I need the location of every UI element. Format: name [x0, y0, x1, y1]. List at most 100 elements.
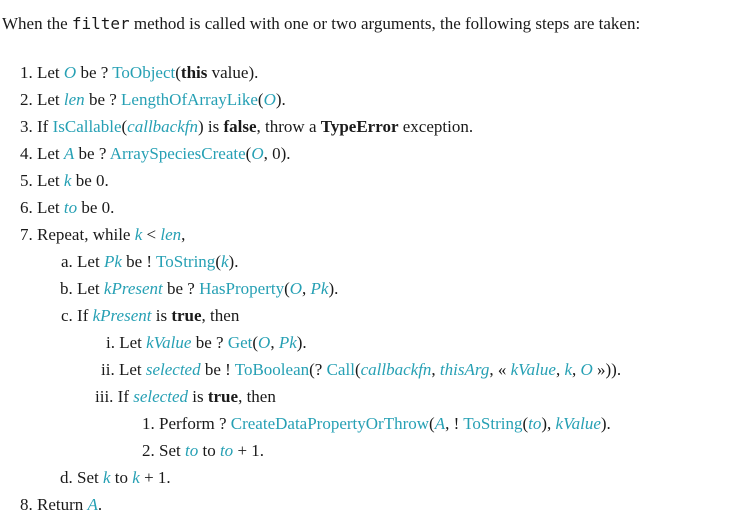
step-text: If — [117, 387, 134, 406]
op-link-hasproperty[interactable]: HasProperty — [199, 279, 284, 298]
step-text: ) is — [197, 117, 224, 136]
step-text: Let — [37, 63, 64, 82]
intro-text: When the — [2, 14, 72, 33]
var-to[interactable]: to — [220, 441, 233, 460]
step-number: 6. — [20, 198, 33, 217]
step-7a: a. Let Pk be ! ToString(k). — [61, 252, 238, 272]
step-text: If — [37, 117, 53, 136]
var-Pk[interactable]: Pk — [279, 333, 297, 352]
step-number: a. — [61, 252, 73, 271]
spec-algorithm: When the filter method is called with on… — [0, 0, 750, 530]
op-link-tostring[interactable]: ToString — [463, 414, 522, 433]
step-text: , then — [238, 387, 276, 406]
step-text: ). — [600, 414, 611, 433]
step-text: value). — [207, 63, 259, 82]
step-7b: b. Let kPresent be ? HasProperty(O, Pk). — [60, 279, 338, 299]
step-text: Repeat, while — [37, 225, 135, 244]
op-link-call[interactable]: Call — [327, 360, 355, 379]
step-number: 5. — [20, 171, 33, 190]
step-text: , — [181, 225, 186, 244]
step-text: Set — [159, 441, 185, 460]
keyword-true: true — [207, 387, 239, 406]
op-link-tostring[interactable]: ToString — [156, 252, 215, 271]
var-len[interactable]: len — [160, 225, 181, 244]
var-kPresent[interactable]: kPresent — [104, 279, 163, 298]
step-text: be ? — [76, 63, 113, 82]
op-link-arrayspeciescreate[interactable]: ArraySpeciesCreate — [110, 144, 246, 163]
step-text: ). — [328, 279, 339, 298]
step-text: Let — [37, 144, 64, 163]
step-7c-iii: iii. If selected is true, then — [95, 387, 276, 407]
step-number: 1. — [142, 414, 155, 433]
step-7c-iii-1: 1. Perform ? CreateDataPropertyOrThrow(A… — [142, 414, 611, 434]
step-6: 6. Let to be 0. — [20, 198, 114, 218]
step-text: + 1. — [233, 441, 265, 460]
step-8: 8. Return A. — [20, 495, 102, 515]
step-text: Let — [37, 171, 64, 190]
var-kPresent[interactable]: kPresent — [93, 306, 152, 325]
step-number: i. — [106, 333, 115, 352]
var-k[interactable]: k — [132, 468, 140, 487]
var-Pk[interactable]: Pk — [104, 252, 122, 271]
step-text: . — [97, 495, 103, 514]
op-link-get[interactable]: Get — [228, 333, 253, 352]
var-O[interactable]: O — [290, 279, 302, 298]
var-k[interactable]: k — [221, 252, 229, 271]
step-text: , — [302, 279, 311, 298]
op-link-toobject[interactable]: ToObject — [112, 63, 175, 82]
step-text: (? — [309, 360, 327, 379]
var-to[interactable]: to — [185, 441, 198, 460]
op-link-toboolean[interactable]: ToBoolean — [235, 360, 309, 379]
var-A[interactable]: A — [64, 144, 74, 163]
step-text: Let — [118, 360, 146, 379]
var-selected[interactable]: selected — [146, 360, 201, 379]
var-len[interactable]: len — [64, 90, 85, 109]
step-text: Let — [77, 279, 104, 298]
step-text: , 0). — [263, 144, 291, 163]
step-text: + 1. — [139, 468, 171, 487]
step-number: 3. — [20, 117, 33, 136]
var-callbackfn[interactable]: callbackfn — [361, 360, 432, 379]
step-text: , throw a — [256, 117, 321, 136]
step-text: If — [77, 306, 93, 325]
keyword-true: true — [171, 306, 202, 325]
step-number: 4. — [20, 144, 33, 163]
var-to[interactable]: to — [528, 414, 541, 433]
step-text: , « — [489, 360, 511, 379]
var-k[interactable]: k — [103, 468, 111, 487]
intro-text-tail: method is called with one or two argumen… — [129, 14, 641, 33]
var-O[interactable]: O — [251, 144, 263, 163]
step-text: to — [110, 468, 133, 487]
step-number: ii. — [101, 360, 115, 379]
var-k[interactable]: k — [564, 360, 572, 379]
var-kValue[interactable]: kValue — [146, 333, 191, 352]
op-link-createdatapropertyorthrow[interactable]: CreateDataPropertyOrThrow — [231, 414, 429, 433]
var-O[interactable]: O — [264, 90, 276, 109]
var-O[interactable]: O — [580, 360, 592, 379]
step-number: 2. — [142, 441, 155, 460]
var-to[interactable]: to — [64, 198, 77, 217]
step-5: 5. Let k be 0. — [20, 171, 109, 191]
step-text: Set — [77, 468, 103, 487]
var-O[interactable]: O — [64, 63, 76, 82]
var-Pk[interactable]: Pk — [311, 279, 329, 298]
step-text: , then — [201, 306, 240, 325]
step-2: 2. Let len be ? LengthOfArrayLike(O). — [20, 90, 286, 110]
var-kValue[interactable]: kValue — [556, 414, 601, 433]
var-thisArg[interactable]: thisArg — [440, 360, 489, 379]
step-text: be ? — [162, 279, 200, 298]
step-text: be 0. — [71, 171, 109, 190]
var-kValue[interactable]: kValue — [511, 360, 556, 379]
step-text: be ? — [84, 90, 122, 109]
step-text: ). — [275, 90, 286, 109]
op-link-iscallable[interactable]: IsCallable — [53, 117, 122, 136]
keyword-this: this — [180, 63, 208, 82]
step-text: Perform ? — [159, 414, 231, 433]
var-A[interactable]: A — [435, 414, 445, 433]
var-A[interactable]: A — [88, 495, 98, 514]
var-O[interactable]: O — [258, 333, 270, 352]
step-7: 7. Repeat, while k < len, — [20, 225, 185, 245]
var-callbackfn[interactable]: callbackfn — [127, 117, 198, 136]
op-link-lengthofarraylike[interactable]: LengthOfArrayLike — [121, 90, 258, 109]
var-selected[interactable]: selected — [133, 387, 188, 406]
